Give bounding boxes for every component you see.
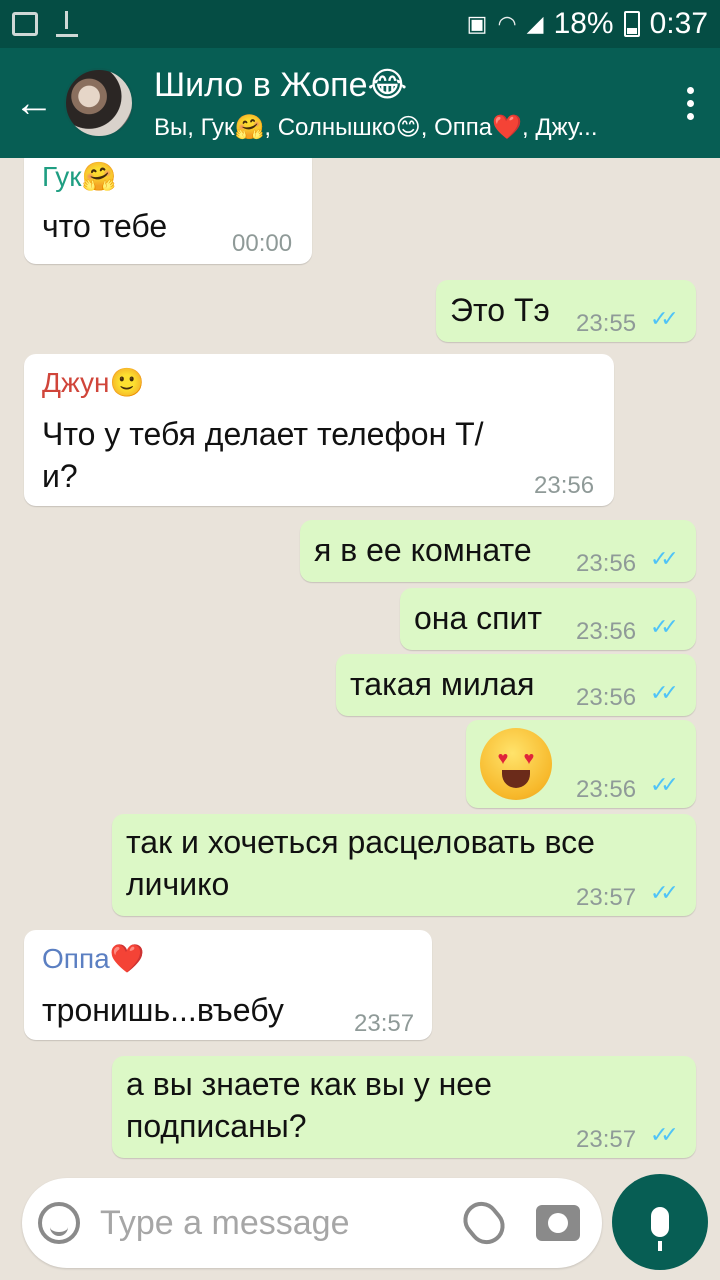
- message-text: она спит: [414, 600, 543, 636]
- message-outgoing[interactable]: такая милая 23:56 ✓✓: [336, 654, 696, 716]
- message-text: Это Тэ: [450, 292, 550, 328]
- compose-bar: Type a message: [0, 1170, 720, 1280]
- mic-icon: [651, 1207, 669, 1251]
- device-icon: ▣: [466, 11, 488, 36]
- clock: 0:37: [649, 7, 708, 40]
- chat-title: Шило в Жопе😂: [154, 65, 408, 104]
- sender-name: Джун🙂: [42, 367, 145, 398]
- chat-header: ← Шило в Жопе😂 Вы, Гук🤗, Солнышко😊, Оппа…: [0, 48, 720, 158]
- message-text: что тебе: [42, 208, 168, 244]
- read-ticks-icon: ✓✓: [650, 306, 679, 331]
- signal-icon: ◢: [526, 11, 544, 36]
- message-incoming[interactable]: Гук🤗 что тебе 00:00: [24, 158, 312, 264]
- camera-icon[interactable]: [536, 1205, 580, 1241]
- message-text-line2: личико: [126, 866, 230, 902]
- download-icon: [56, 11, 78, 37]
- heart-eyes-emoji-icon: ♥ ♥: [480, 728, 552, 800]
- message-text: такая милая: [350, 666, 535, 702]
- status-bar: ▣ ◠ ◢ 18% 0:37: [0, 0, 720, 48]
- message-outgoing[interactable]: ♥ ♥ 23:56 ✓✓: [466, 720, 696, 808]
- battery-icon: [623, 11, 640, 37]
- sender-name: Гук🤗: [42, 161, 117, 192]
- read-ticks-icon: ✓✓: [650, 1122, 679, 1147]
- message-incoming[interactable]: Оппа❤️ тронишь...въебу 23:57: [24, 930, 432, 1040]
- message-text: я в ее комнате: [314, 532, 532, 568]
- message-outgoing[interactable]: так и хочеться расцеловать все личико 23…: [112, 814, 696, 916]
- mic-button[interactable]: [612, 1174, 708, 1270]
- message-input[interactable]: Type a message: [22, 1178, 602, 1268]
- message-text: тронишь...въебу: [42, 992, 284, 1028]
- message-list[interactable]: Гук🤗 что тебе 00:00 Это Тэ 23:55 ✓✓ Джун…: [0, 158, 720, 1170]
- message-outgoing[interactable]: а вы знаете как вы у нее подписаны? 23:5…: [112, 1056, 696, 1158]
- message-time: 23:56: [576, 550, 637, 577]
- emoji-icon[interactable]: [38, 1202, 80, 1244]
- message-outgoing[interactable]: Это Тэ 23:55 ✓✓: [436, 280, 696, 342]
- message-time: 23:56: [534, 472, 595, 499]
- message-time: 23:56: [576, 776, 637, 803]
- message-time: 23:56: [576, 684, 637, 711]
- message-text-line2: и?: [42, 458, 78, 494]
- more-options-icon[interactable]: [660, 48, 720, 158]
- message-time: 23:57: [576, 1126, 637, 1153]
- message-time: 23:57: [576, 884, 637, 911]
- read-ticks-icon: ✓✓: [650, 680, 679, 705]
- message-text: так и хочеться расцеловать все: [126, 824, 595, 860]
- read-ticks-icon: ✓✓: [650, 614, 679, 639]
- message-text: Что у тебя делает телефон Т/: [42, 416, 484, 452]
- message-placeholder[interactable]: Type a message: [100, 1204, 466, 1243]
- read-ticks-icon: ✓✓: [650, 880, 679, 905]
- message-time: 23:55: [576, 310, 637, 337]
- message-time: 23:57: [354, 1010, 415, 1037]
- image-icon: [12, 12, 38, 36]
- message-text-line2: подписаны?: [126, 1108, 307, 1144]
- message-outgoing[interactable]: я в ее комнате 23:56 ✓✓: [300, 520, 696, 582]
- message-text: а вы знаете как вы у нее: [126, 1066, 492, 1102]
- message-time: 23:56: [576, 618, 637, 645]
- wifi-icon: ◠: [497, 11, 517, 36]
- read-ticks-icon: ✓✓: [650, 546, 679, 571]
- back-arrow-icon[interactable]: ←: [4, 48, 64, 158]
- chat-title-block[interactable]: Шило в Жопе😂 Вы, Гук🤗, Солнышко😊, Оппа❤️…: [154, 65, 660, 142]
- message-outgoing[interactable]: она спит 23:56 ✓✓: [400, 588, 696, 650]
- group-avatar[interactable]: [64, 68, 134, 138]
- sender-name: Оппа❤️: [42, 943, 145, 974]
- read-ticks-icon: ✓✓: [650, 772, 679, 797]
- participants-list: Вы, Гук🤗, Солнышко😊, Оппа❤️, Джу...: [154, 113, 598, 141]
- message-time: 00:00: [232, 230, 293, 257]
- battery-percent: 18%: [553, 7, 614, 40]
- message-incoming[interactable]: Джун🙂 Что у тебя делает телефон Т/ и? 23…: [24, 354, 614, 506]
